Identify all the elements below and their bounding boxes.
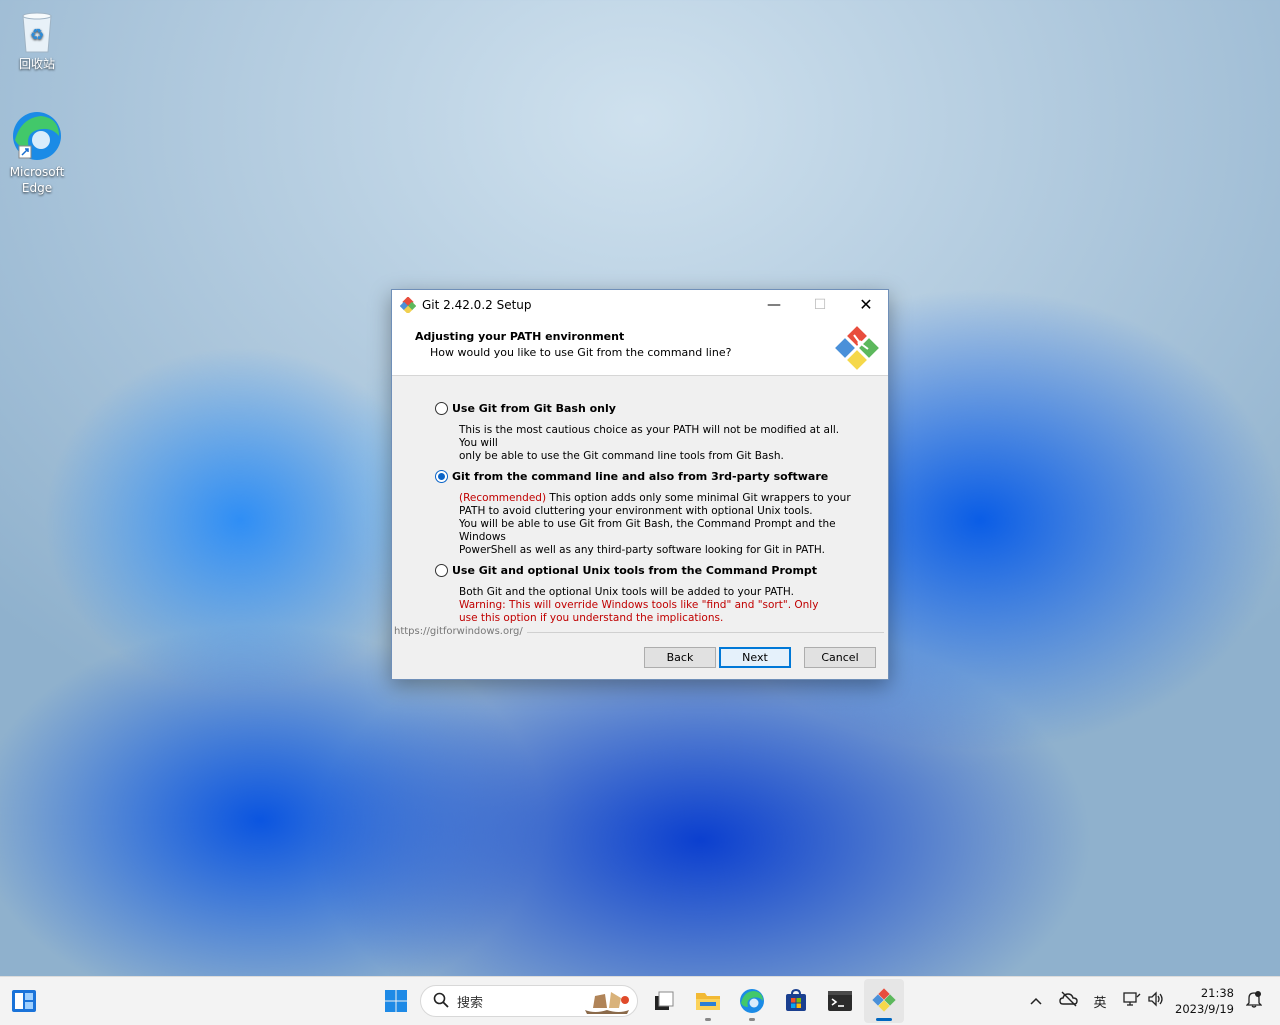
edge-taskbar-button[interactable] — [734, 977, 770, 1025]
option-label: Use Git from Git Bash only — [452, 402, 616, 415]
desktop-icon-label: 回收站 — [18, 57, 55, 71]
option-description: Both Git and the optional Unix tools wil… — [459, 586, 859, 625]
option-command-line-3rd-party[interactable]: Git from the command line and also from … — [435, 470, 828, 483]
ime-indicator[interactable]: 英 — [1088, 977, 1112, 1025]
desc-line: (Recommended) This option adds only some… — [459, 492, 859, 505]
network-volume-button[interactable] — [1118, 977, 1170, 1025]
desktop-icon-edge[interactable]: Microsoft Edge — [2, 110, 72, 196]
taskbar-clock[interactable]: 21:38 2023/9/19 — [1175, 985, 1234, 1017]
active-indicator — [876, 1018, 892, 1021]
clock-date: 2023/9/19 — [1175, 1002, 1234, 1016]
desc-line: PATH to avoid cluttering your environmen… — [459, 505, 813, 517]
terminal-icon — [828, 991, 852, 1011]
minimize-icon: — — [767, 296, 781, 313]
option-label: Use Git and optional Unix tools from the… — [452, 564, 818, 577]
close-button[interactable]: ✕ — [843, 290, 889, 319]
recycle-bin-icon: ♻ — [17, 10, 57, 54]
git-setup-taskbar-button[interactable] — [864, 979, 904, 1023]
windows-logo-icon — [385, 990, 407, 1012]
git-setup-dialog: Git 2.42.0.2 Setup — ☐ ✕ Adjusting your … — [391, 289, 889, 680]
maximize-button: ☐ — [797, 290, 843, 319]
search-highlight-icon — [581, 988, 633, 1019]
edge-icon — [740, 989, 764, 1013]
gitforwindows-link[interactable]: https://gitforwindows.org/ — [394, 626, 527, 637]
onedrive-status-button[interactable] — [1056, 977, 1082, 1025]
desc-text: This option adds only some minimal Git w… — [546, 492, 851, 504]
option-label: Git from the command line and also from … — [452, 470, 829, 483]
option-description: (Recommended) This option adds only some… — [459, 492, 859, 557]
desc-line: This is the most cautious choice as your… — [459, 424, 840, 449]
task-view-button[interactable] — [646, 977, 682, 1025]
network-icon — [1123, 991, 1141, 1011]
git-app-icon — [872, 988, 896, 1012]
page-subtitle: How would you like to use Git from the c… — [430, 346, 732, 359]
task-view-icon — [655, 991, 674, 1010]
terminal-button[interactable] — [822, 977, 858, 1025]
search-placeholder: 搜索 — [457, 995, 484, 1011]
cloud-offline-icon — [1059, 991, 1079, 1011]
running-indicator — [749, 1018, 755, 1021]
wizard-body: Use Git from Git Bash only This is the m… — [392, 376, 888, 626]
option-git-bash-only[interactable]: Use Git from Git Bash only — [435, 402, 616, 415]
page-title: Adjusting your PATH environment — [415, 330, 625, 343]
close-icon: ✕ — [859, 295, 873, 314]
taskbar: 搜索 英 21:38 2023/9/19 — [0, 976, 1280, 1025]
back-button[interactable]: Back — [644, 647, 716, 668]
clock-time: 21:38 — [1200, 986, 1234, 1000]
store-button[interactable] — [778, 977, 814, 1025]
svg-text:♻: ♻ — [30, 25, 44, 44]
desc-line: only be able to use the Git command line… — [459, 450, 784, 462]
folder-icon — [696, 993, 720, 1010]
running-indicator — [705, 1018, 711, 1021]
show-hidden-icons-button[interactable] — [1024, 977, 1048, 1025]
desktop-icon-label: Microsoft Edge — [9, 165, 65, 195]
radio-command-line-3rd-party[interactable] — [435, 470, 448, 483]
widgets-icon — [12, 990, 36, 1012]
bell-icon — [1245, 990, 1263, 1012]
next-button[interactable]: Next — [719, 647, 791, 668]
chevron-up-icon — [1030, 994, 1042, 1009]
edge-icon — [11, 110, 63, 162]
store-icon — [786, 989, 806, 1011]
git-app-icon — [399, 295, 417, 314]
warning-line: Warning: This will override Windows tool… — [459, 599, 819, 611]
maximize-icon: ☐ — [813, 296, 827, 313]
desktop-icon-recycle-bin[interactable]: ♻ 回收站 — [2, 10, 72, 72]
cancel-button[interactable]: Cancel — [804, 647, 876, 668]
title-bar[interactable]: Git 2.42.0.2 Setup — ☐ ✕ — [392, 290, 888, 319]
git-logo-icon — [832, 325, 882, 375]
desc-line: You will be able to use Git from Git Bas… — [459, 518, 836, 543]
warning-line: use this option if you understand the im… — [459, 612, 724, 624]
option-git-and-unix-tools[interactable]: Use Git and optional Unix tools from the… — [435, 564, 817, 577]
ime-label: 英 — [1093, 995, 1107, 1011]
option-description: This is the most cautious choice as your… — [459, 424, 859, 463]
radio-git-bash-only[interactable] — [435, 402, 448, 415]
search-icon — [433, 992, 449, 1011]
widgets-button[interactable] — [4, 977, 44, 1025]
minimize-button[interactable]: — — [751, 290, 797, 319]
radio-git-and-unix-tools[interactable] — [435, 564, 448, 577]
taskbar-search[interactable]: 搜索 — [420, 985, 638, 1017]
footer-divider — [522, 632, 884, 633]
wizard-header: Adjusting your PATH environment How woul… — [392, 319, 888, 376]
desc-line: PowerShell as well as any third-party so… — [459, 544, 825, 556]
recommended-tag: (Recommended) — [459, 492, 547, 504]
desc-line: Both Git and the optional Unix tools wil… — [459, 586, 794, 598]
start-button[interactable] — [376, 977, 416, 1025]
volume-icon — [1147, 991, 1165, 1011]
window-title: Git 2.42.0.2 Setup — [422, 297, 532, 312]
file-explorer-button[interactable] — [690, 977, 726, 1025]
notification-center-button[interactable] — [1242, 977, 1266, 1025]
